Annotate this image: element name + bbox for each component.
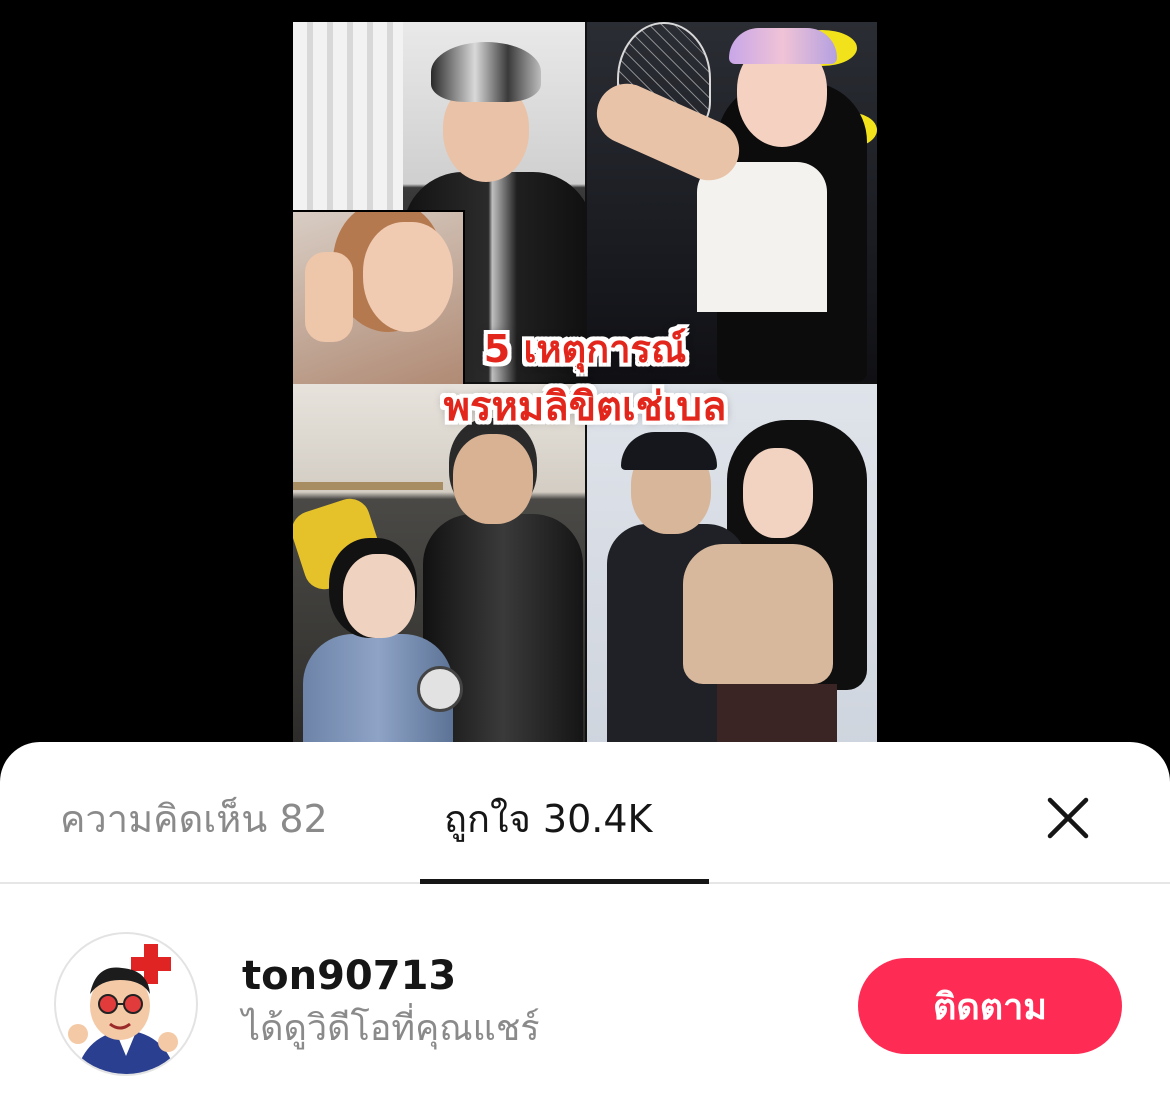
tab-comments[interactable]: ความคิดเห็น 82 (60, 794, 328, 844)
active-tab-indicator (420, 879, 709, 884)
tab-bar: ความคิดเห็น 82 ถูกใจ 30.4K (0, 742, 1170, 884)
list-item[interactable]: ton90713 ได้ดูวิดีโอที่คุณแชร์ ติดตาม (0, 932, 1170, 1080)
tab-likes[interactable]: ถูกใจ 30.4K (444, 794, 652, 844)
avatar[interactable] (54, 932, 198, 1076)
microphone-icon (417, 666, 463, 712)
app-screen: 5 เหตุการณ์ พรหมลิขิตเช่เบล ความคิดเห็น … (0, 0, 1170, 1106)
video-headline-line2: พรหมลิขิตเช่เบล (443, 384, 727, 430)
collage-photo-bottom-left (293, 384, 585, 744)
collage-photo-bottom-right (587, 384, 877, 744)
follow-button[interactable]: ติดตาม (858, 958, 1122, 1054)
close-icon (1047, 797, 1089, 839)
username[interactable]: ton90713 (242, 952, 456, 1000)
video-headline-line1: 5 เหตุการณ์ (483, 327, 687, 371)
activity-description: ได้ดูวิดีโอที่คุณแชร์ (242, 1008, 540, 1049)
video-thumbnail[interactable]: 5 เหตุการณ์ พรหมลิขิตเช่เบล (293, 22, 877, 744)
likes-bottom-sheet: ความคิดเห็น 82 ถูกใจ 30.4K ton90713 ได้ด… (0, 742, 1170, 1106)
close-button[interactable] (1040, 790, 1096, 846)
